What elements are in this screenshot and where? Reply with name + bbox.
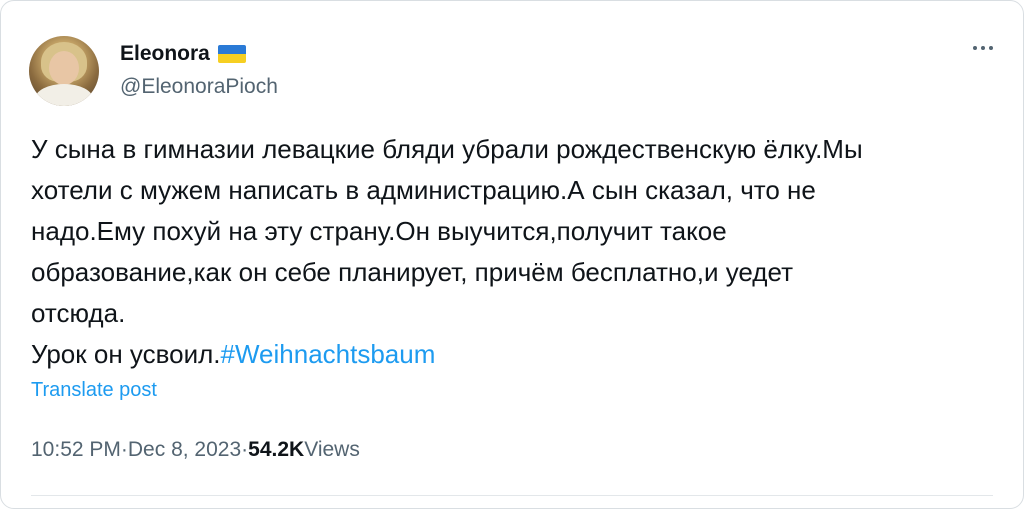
tweet-date[interactable]: Dec 8, 2023 [128,438,241,462]
divider [31,495,993,496]
tweet-body: У сына в гимназии левацкие бляди убрали … [31,134,863,369]
tweet-text: У сына в гимназии левацкие бляди убрали … [31,129,991,375]
author-name[interactable]: Eleonora [120,42,210,66]
author-handle[interactable]: @EleonoraPioch [120,75,278,99]
meta-separator: · [241,438,249,461]
avatar-shoulders [35,84,93,106]
tweet-card: Eleonora @EleonoraPioch У сына в гимнази… [0,0,1024,509]
tweet-meta: 10:52 PM · Dec 8, 2023 · 54.2K Views [31,438,360,462]
more-horizontal-icon[interactable] [973,46,993,50]
avatar-face [49,51,79,85]
views-count[interactable]: 54.2K [248,438,304,462]
avatar[interactable] [29,36,99,106]
hashtag-link[interactable]: #Weihnachtsbaum [221,339,436,369]
author-name-row[interactable]: Eleonora [120,42,246,66]
ukraine-flag-icon [217,45,246,63]
translate-post-link[interactable]: Translate post [31,379,157,402]
views-label: Views [304,438,360,461]
meta-separator: · [120,438,128,461]
tweet-time[interactable]: 10:52 PM [31,438,121,462]
